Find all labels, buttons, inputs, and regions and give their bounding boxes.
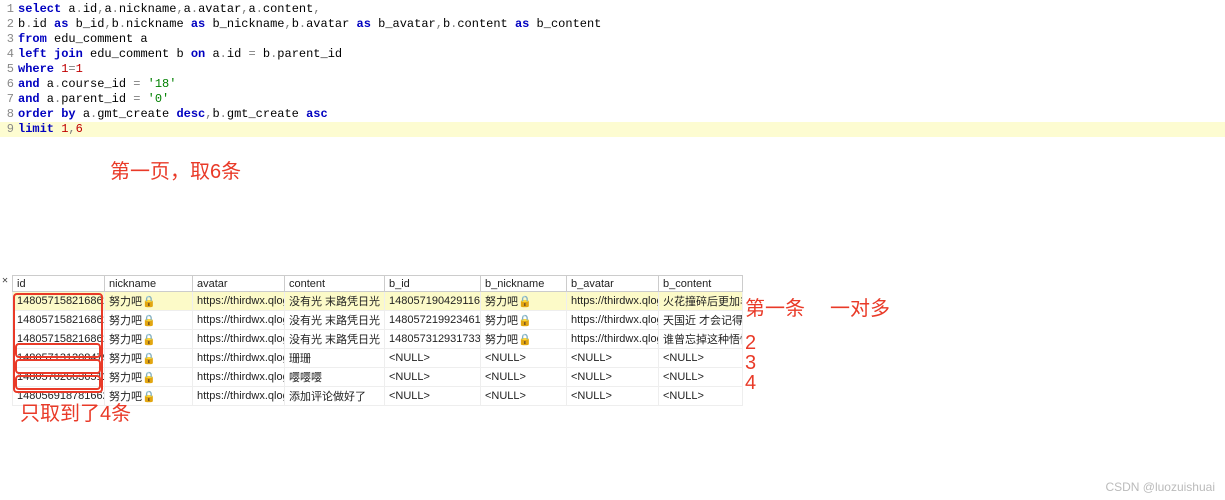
code-line[interactable]: 9limit 1,6 bbox=[0, 122, 1225, 137]
table-cell[interactable]: 148057219923461 bbox=[385, 311, 481, 330]
code-content[interactable]: order by a.gmt_create desc,b.gmt_create … bbox=[18, 107, 1225, 122]
watermark: CSDN @luozuishuai bbox=[1105, 480, 1215, 494]
table-cell[interactable]: <NULL> bbox=[567, 368, 659, 387]
code-content[interactable]: left join edu_comment b on a.id = b.pare… bbox=[18, 47, 1225, 62]
table-cell[interactable]: 148057190429116 bbox=[385, 292, 481, 311]
table-cell[interactable]: 谁曾忘掉这种悟性 bbox=[659, 330, 743, 349]
table-cell[interactable]: <NULL> bbox=[385, 349, 481, 368]
table-cell[interactable]: 天国近 才会记得不 bbox=[659, 311, 743, 330]
line-number: 6 bbox=[0, 77, 18, 92]
table-cell[interactable]: https://thirdwx.qlog bbox=[193, 387, 285, 406]
code-content[interactable]: limit 1,6 bbox=[18, 122, 1225, 137]
column-header[interactable]: content bbox=[285, 276, 385, 292]
table-cell[interactable]: 148057158216861 bbox=[13, 330, 105, 349]
table-row[interactable]: 148057158216861努力吧🔒https://thirdwx.qlog没… bbox=[13, 311, 743, 330]
code-line[interactable]: 6and a.course_id = '18' bbox=[0, 77, 1225, 92]
code-content[interactable]: b.id as b_id,b.nickname as b_nickname,b.… bbox=[18, 17, 1225, 32]
line-number: 3 bbox=[0, 32, 18, 47]
table-cell[interactable]: https://thirdwx.qlog bbox=[567, 292, 659, 311]
table-cell[interactable]: https://thirdwx.qlog bbox=[193, 292, 285, 311]
table-row[interactable]: 148057158216861努力吧🔒https://thirdwx.qlog没… bbox=[13, 292, 743, 311]
column-header[interactable]: b_content bbox=[659, 276, 743, 292]
annotation-top: 第一页，取6条 bbox=[110, 155, 241, 184]
table-cell[interactable]: 嘤嘤嘤 bbox=[285, 368, 385, 387]
column-header[interactable]: b_id bbox=[385, 276, 481, 292]
table-cell[interactable]: 没有光 末路凭日光 bbox=[285, 311, 385, 330]
line-number: 5 bbox=[0, 62, 18, 77]
table-cell[interactable]: <NULL> bbox=[481, 387, 567, 406]
table-cell[interactable]: 148057158216861 bbox=[13, 311, 105, 330]
code-line[interactable]: 1select a.id,a.nickname,a.avatar,a.conte… bbox=[0, 2, 1225, 17]
line-number: 8 bbox=[0, 107, 18, 122]
column-header[interactable]: b_nickname bbox=[481, 276, 567, 292]
table-cell[interactable]: <NULL> bbox=[659, 368, 743, 387]
table-cell[interactable]: https://thirdwx.qlog bbox=[193, 349, 285, 368]
table-cell[interactable]: 努力吧🔒 bbox=[481, 330, 567, 349]
table-cell[interactable]: <NULL> bbox=[385, 387, 481, 406]
table-cell[interactable]: <NULL> bbox=[481, 349, 567, 368]
table-cell[interactable]: 努力吧🔒 bbox=[105, 368, 193, 387]
results-table: idnicknameavatarcontentb_idb_nicknameb_a… bbox=[12, 275, 743, 406]
sql-editor[interactable]: 1select a.id,a.nickname,a.avatar,a.conte… bbox=[0, 0, 1225, 137]
line-number: 9 bbox=[0, 122, 18, 137]
code-content[interactable]: and a.parent_id = '0' bbox=[18, 92, 1225, 107]
table-cell[interactable]: <NULL> bbox=[567, 387, 659, 406]
annotation-bottom: 只取到了4条 bbox=[20, 397, 131, 426]
table-cell[interactable]: 努力吧🔒 bbox=[105, 349, 193, 368]
code-line[interactable]: 5where 1=1 bbox=[0, 62, 1225, 77]
code-content[interactable]: select a.id,a.nickname,a.avatar,a.conten… bbox=[18, 2, 1225, 17]
table-cell[interactable]: https://thirdwx.qlog bbox=[193, 311, 285, 330]
column-header[interactable]: avatar bbox=[193, 276, 285, 292]
code-line[interactable]: 4left join edu_comment b on a.id = b.par… bbox=[0, 47, 1225, 62]
table-cell[interactable]: 努力吧🔒 bbox=[105, 330, 193, 349]
line-number: 2 bbox=[0, 17, 18, 32]
annotation-first: 第一条 bbox=[745, 292, 805, 321]
table-cell[interactable]: https://thirdwx.qlog bbox=[193, 330, 285, 349]
code-line[interactable]: 8order by a.gmt_create desc,b.gmt_create… bbox=[0, 107, 1225, 122]
line-number: 1 bbox=[0, 2, 18, 17]
annotation-4: 4 bbox=[745, 372, 756, 395]
table-cell[interactable]: 148057312931733 bbox=[385, 330, 481, 349]
table-cell[interactable]: <NULL> bbox=[567, 349, 659, 368]
code-content[interactable]: where 1=1 bbox=[18, 62, 1225, 77]
code-line[interactable]: 2b.id as b_id,b.nickname as b_nickname,b… bbox=[0, 17, 1225, 32]
line-number: 7 bbox=[0, 92, 18, 107]
table-cell[interactable]: 没有光 末路凭日光 bbox=[285, 330, 385, 349]
table-row[interactable]: 148057131208479努力吧🔒https://thirdwx.qlog珊… bbox=[13, 349, 743, 368]
table-cell[interactable]: 努力吧🔒 bbox=[481, 311, 567, 330]
column-header[interactable]: nickname bbox=[105, 276, 193, 292]
table-cell[interactable]: 努力吧🔒 bbox=[105, 292, 193, 311]
code-line[interactable]: 7and a.parent_id = '0' bbox=[0, 92, 1225, 107]
table-cell[interactable]: 努力吧🔒 bbox=[481, 292, 567, 311]
table-cell[interactable]: 火花撞碎后更加丰 bbox=[659, 292, 743, 311]
table-cell[interactable]: https://thirdwx.qlog bbox=[193, 368, 285, 387]
table-cell[interactable]: 没有光 末路凭日光 bbox=[285, 292, 385, 311]
table-cell[interactable]: 珊珊 bbox=[285, 349, 385, 368]
table-cell[interactable]: https://thirdwx.qlog bbox=[567, 311, 659, 330]
column-header[interactable]: b_avatar bbox=[567, 276, 659, 292]
table-cell[interactable]: 努力吧🔒 bbox=[105, 311, 193, 330]
column-header[interactable]: id bbox=[13, 276, 105, 292]
line-number: 4 bbox=[0, 47, 18, 62]
table-cell[interactable]: 148057026636511 bbox=[13, 368, 105, 387]
table-row[interactable]: 148057158216861努力吧🔒https://thirdwx.qlog没… bbox=[13, 330, 743, 349]
table-cell[interactable]: 添加评论做好了 bbox=[285, 387, 385, 406]
table-cell[interactable]: <NULL> bbox=[385, 368, 481, 387]
table-cell[interactable]: https://thirdwx.qlog bbox=[567, 330, 659, 349]
annotation-one-to-many: 一对多 bbox=[830, 292, 890, 321]
table-cell[interactable]: <NULL> bbox=[659, 387, 743, 406]
code-line[interactable]: 3from edu_comment a bbox=[0, 32, 1225, 47]
table-cell[interactable]: <NULL> bbox=[659, 349, 743, 368]
close-icon[interactable]: ✕ bbox=[2, 275, 8, 287]
code-content[interactable]: and a.course_id = '18' bbox=[18, 77, 1225, 92]
table-cell[interactable]: <NULL> bbox=[481, 368, 567, 387]
results-panel: ✕ idnicknameavatarcontentb_idb_nicknameb… bbox=[0, 275, 1225, 406]
table-row[interactable]: 148057026636511努力吧🔒https://thirdwx.qlog嘤… bbox=[13, 368, 743, 387]
table-cell[interactable]: 148057131208479 bbox=[13, 349, 105, 368]
table-cell[interactable]: 148057158216861 bbox=[13, 292, 105, 311]
code-content[interactable]: from edu_comment a bbox=[18, 32, 1225, 47]
